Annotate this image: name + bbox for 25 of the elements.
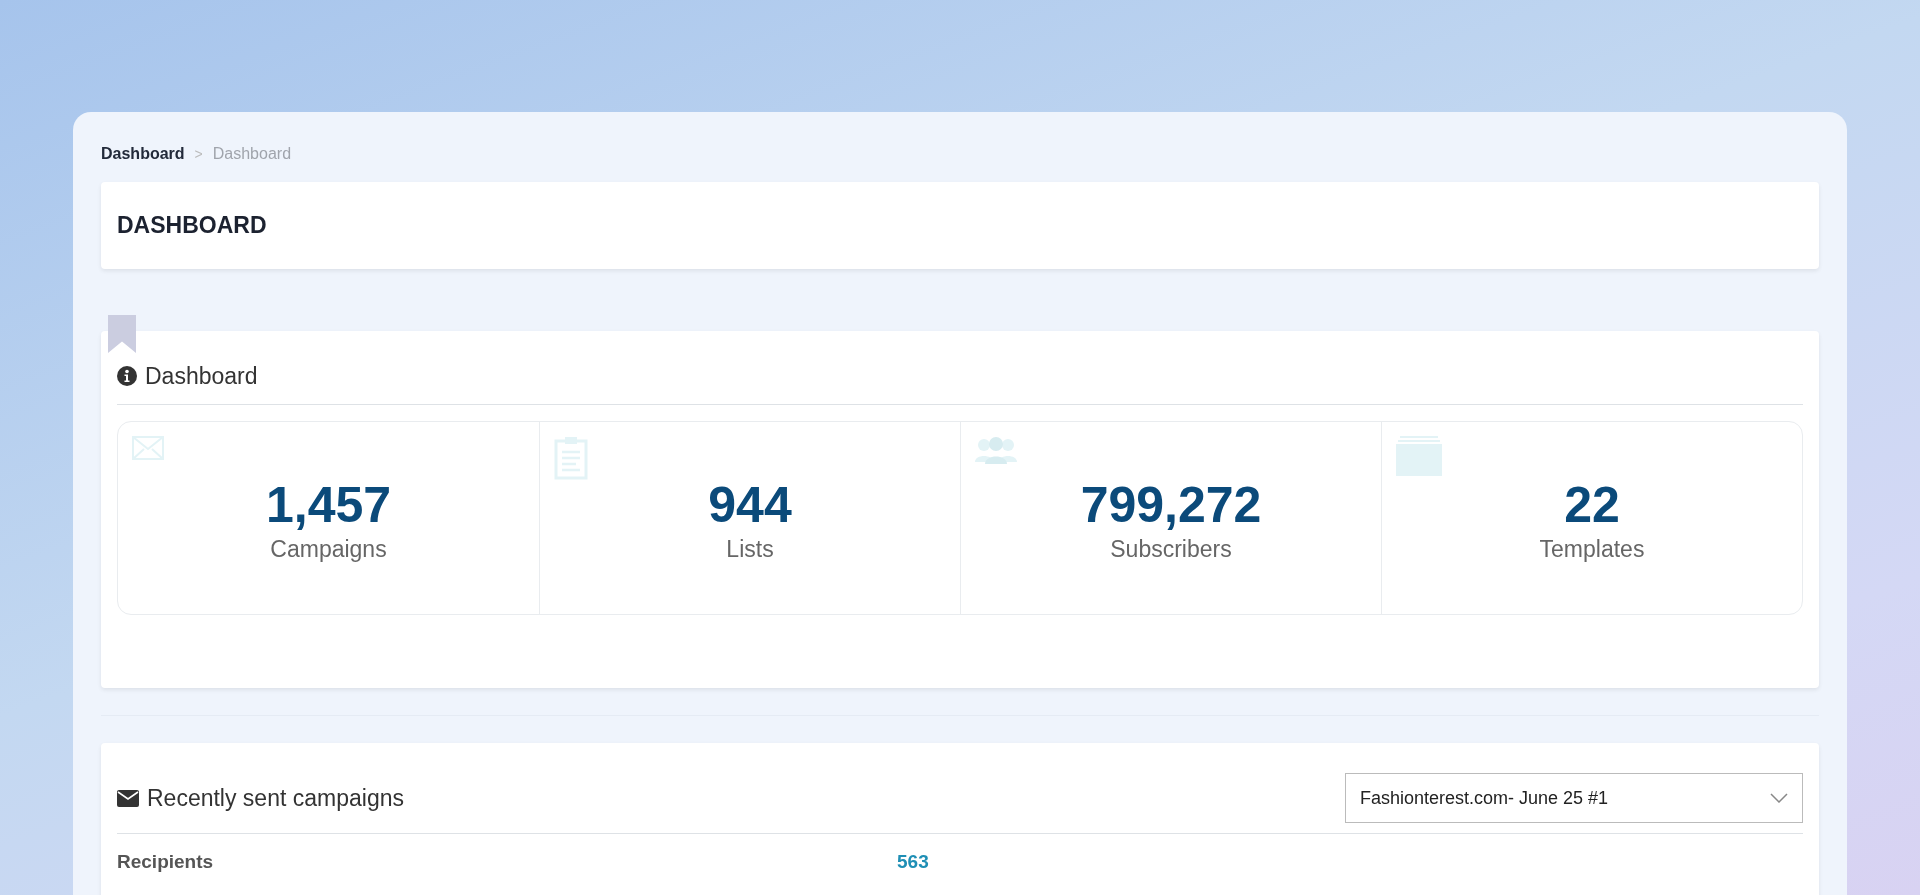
- stat-label: Campaigns: [270, 534, 387, 564]
- envelope-icon: [117, 789, 139, 807]
- envelope-icon: [132, 435, 164, 460]
- campaign-select[interactable]: Fashionterest.com- June 25 #1: [1345, 773, 1803, 823]
- breadcrumb-separator: >: [194, 144, 203, 164]
- section-title: Dashboard: [145, 362, 258, 391]
- section-title: Recently sent campaigns: [147, 783, 404, 813]
- stat-label: Subscribers: [1110, 534, 1232, 564]
- stat-value: 799,272: [1080, 479, 1262, 532]
- users-icon: [975, 435, 1017, 464]
- stat-label: Templates: [1539, 534, 1645, 564]
- clipboard-icon: [554, 435, 588, 480]
- row-value: 563: [897, 850, 929, 874]
- select-value: Fashionterest.com- June 25 #1: [1360, 786, 1609, 810]
- page-title: DASHBOARD: [117, 211, 267, 240]
- bookmark-icon: [108, 315, 136, 353]
- breadcrumb-link[interactable]: Dashboard: [101, 142, 185, 166]
- stat-label: Lists: [726, 534, 774, 564]
- stat-value: 22: [1564, 479, 1620, 532]
- stack-icon: [1396, 435, 1442, 476]
- chevron-down-icon: [1770, 793, 1788, 803]
- info-icon: [117, 366, 137, 387]
- stat-value: 944: [708, 479, 792, 532]
- row-label: Recipients: [117, 850, 215, 874]
- stat-value: 1,457: [265, 479, 392, 532]
